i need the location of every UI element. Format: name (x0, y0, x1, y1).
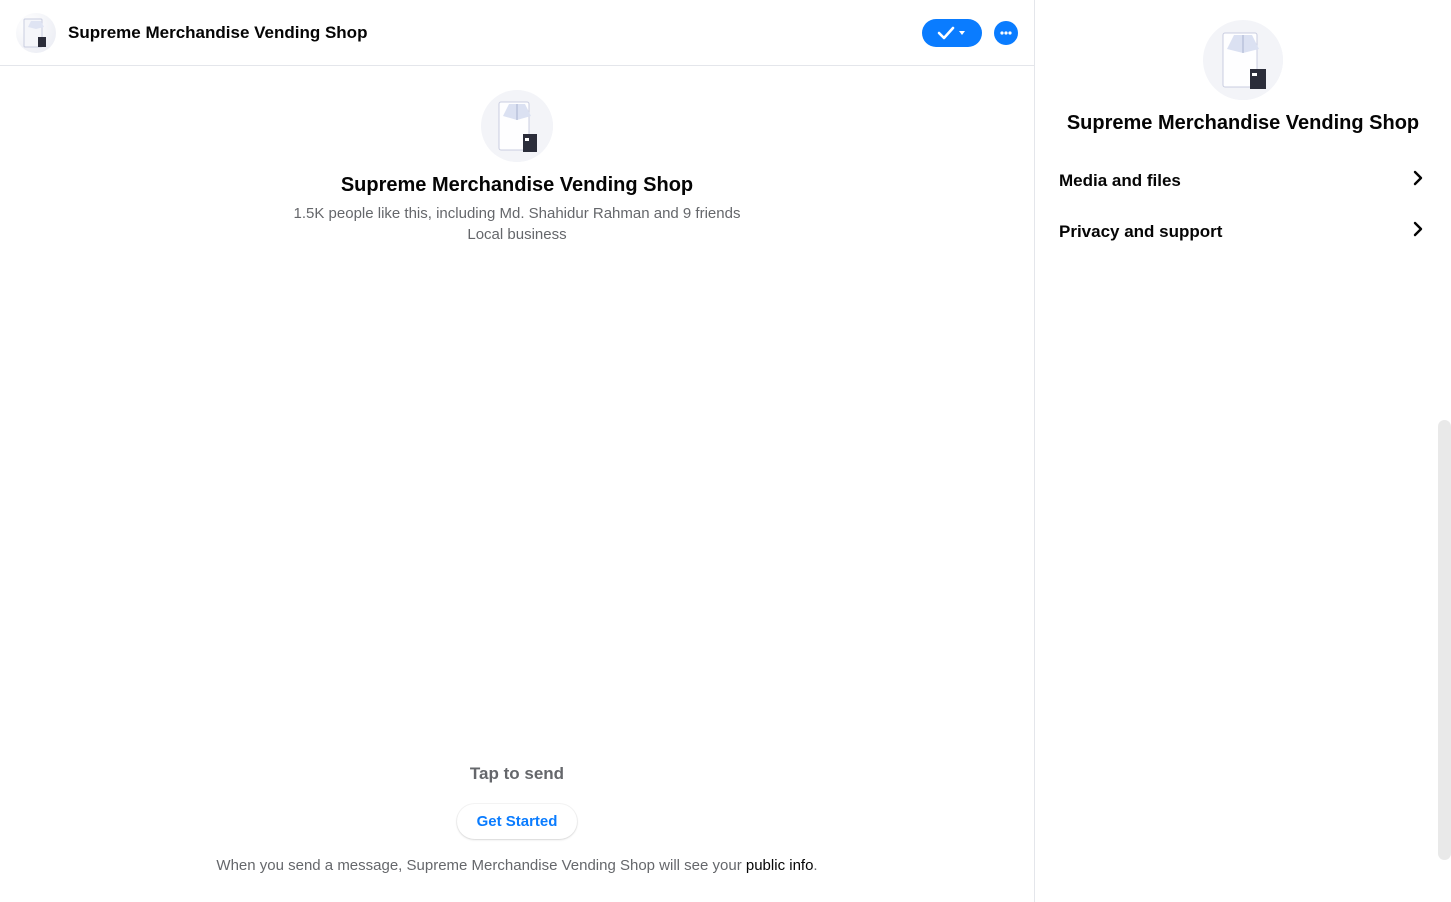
disclosure-text-post: . (813, 857, 817, 874)
conversation-body: Supreme Merchandise Vending Shop 1.5K pe… (0, 66, 1034, 902)
details-title: Supreme Merchandise Vending Shop (1035, 112, 1451, 135)
more-options-button[interactable] (994, 21, 1018, 45)
more-horizontal-icon (999, 26, 1013, 40)
checkmark-dropdown-icon (935, 25, 969, 41)
spacer (0, 243, 1034, 764)
chevron-right-icon (1409, 220, 1427, 243)
tap-to-send-label: Tap to send (470, 764, 564, 784)
disclosure-text-pre: When you send a message, Supreme Merchan… (216, 857, 745, 874)
intro-business-name: Supreme Merchandise Vending Shop (341, 174, 693, 197)
public-info-link[interactable]: public info (746, 857, 814, 874)
conversation-intro: Supreme Merchandise Vending Shop 1.5K pe… (0, 66, 1034, 243)
vertical-scrollbar[interactable] (1438, 420, 1451, 860)
chat-main-column: Supreme Merchandise Vending Shop (0, 0, 1035, 902)
privacy-disclosure: When you send a message, Supreme Merchan… (216, 857, 817, 874)
intro-category: Local business (467, 226, 566, 243)
details-panel: Supreme Merchandise Vending Shop Media a… (1035, 0, 1451, 902)
get-started-button[interactable]: Get Started (457, 804, 578, 839)
panel-item-label: Media and files (1059, 171, 1181, 191)
chevron-right-icon (1409, 169, 1427, 192)
panel-item-label: Privacy and support (1059, 222, 1222, 242)
mark-read-button[interactable] (922, 19, 982, 47)
panel-item-privacy-support[interactable]: Privacy and support (1035, 206, 1451, 257)
header-actions (922, 19, 1018, 47)
quick-reply-block: Tap to send Get Started When you send a … (0, 764, 1034, 902)
intro-avatar[interactable] (481, 90, 553, 162)
header-avatar[interactable] (16, 13, 56, 53)
panel-item-media-files[interactable]: Media and files (1035, 155, 1451, 206)
details-avatar[interactable] (1203, 20, 1283, 100)
chat-title[interactable]: Supreme Merchandise Vending Shop (68, 23, 922, 43)
chat-header: Supreme Merchandise Vending Shop (0, 0, 1034, 66)
intro-likes-line: 1.5K people like this, including Md. Sha… (294, 205, 741, 222)
